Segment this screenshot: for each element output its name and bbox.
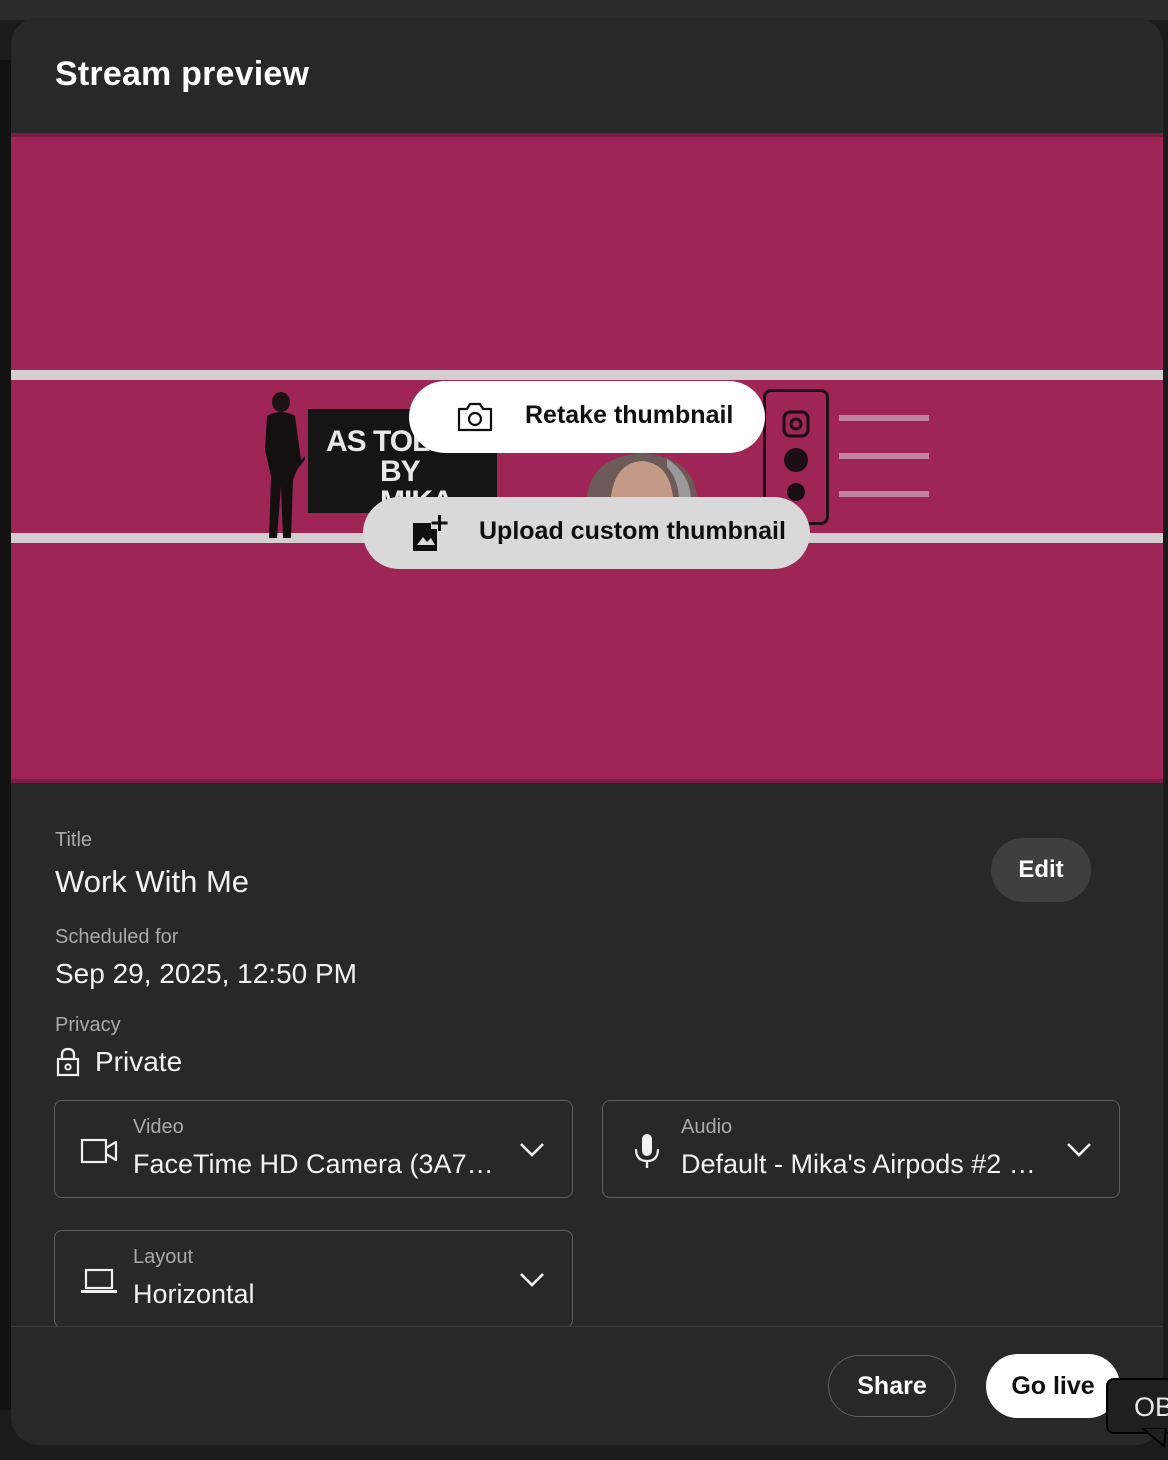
- upload-custom-thumbnail-label: Upload custom thumbnail: [479, 517, 786, 545]
- audio-source-select[interactable]: Audio Default - Mika's Airpods #2 …: [602, 1100, 1120, 1198]
- scheduled-datetime: Sep 29, 2025, 12:50 PM: [55, 958, 357, 989]
- video-select-value: FaceTime HD Camera (3A7…: [133, 1149, 494, 1179]
- preview-bottom-edge: [11, 779, 1163, 783]
- retake-thumbnail-label: Retake thumbnail: [525, 401, 734, 429]
- banner-portrait: [587, 453, 697, 497]
- video-camera-icon: [79, 1135, 119, 1167]
- video-source-select[interactable]: Video FaceTime HD Camera (3A7…: [54, 1100, 573, 1198]
- layout-select-value: Horizontal: [133, 1279, 255, 1309]
- video-select-label: Video: [133, 1116, 184, 1138]
- share-button[interactable]: Share: [828, 1355, 956, 1417]
- edit-button[interactable]: Edit: [991, 838, 1091, 902]
- banner-line-top: [11, 370, 1163, 380]
- chevron-down-icon: [520, 1143, 544, 1157]
- privacy-status: Private: [55, 1046, 182, 1078]
- stream-thumbnail-preview: AS TOLD BY MIKA: [11, 133, 1163, 783]
- microphone-icon: [627, 1134, 667, 1168]
- audio-select-value: Default - Mika's Airpods #2 …: [681, 1149, 1036, 1179]
- tooltip-tail: [1140, 1428, 1168, 1448]
- layout-select[interactable]: Layout Horizontal: [54, 1230, 573, 1328]
- camera-icon: [455, 399, 495, 435]
- go-live-button[interactable]: Go live: [986, 1354, 1120, 1418]
- add-photo-icon: [409, 513, 449, 553]
- dialog-header: Stream preview: [11, 17, 1163, 133]
- upload-custom-thumbnail-button[interactable]: Upload custom thumbnail: [363, 497, 810, 569]
- lock-icon: [56, 1047, 80, 1077]
- dialog-title: Stream preview: [55, 55, 310, 93]
- preview-top-edge: [11, 133, 1163, 137]
- banner-social-handles: [839, 415, 979, 529]
- layout-select-label: Layout: [133, 1246, 194, 1268]
- laptop-icon: [79, 1265, 119, 1297]
- stream-preview-dialog: Stream preview AS TOLD BY MIKA: [11, 17, 1163, 1445]
- chevron-down-icon: [1067, 1143, 1091, 1157]
- banner-person-figure: [265, 392, 305, 538]
- retake-thumbnail-button[interactable]: Retake thumbnail: [409, 381, 765, 453]
- stream-title: Work With Me: [55, 864, 250, 899]
- audio-select-label: Audio: [681, 1116, 733, 1138]
- privacy-value: Private: [95, 1046, 183, 1077]
- title-label: Title: [55, 829, 93, 851]
- obs-tooltip: OB: [1106, 1378, 1168, 1434]
- privacy-label: Privacy: [55, 1014, 121, 1036]
- chevron-down-icon: [520, 1273, 544, 1287]
- scheduled-label: Scheduled for: [55, 926, 179, 948]
